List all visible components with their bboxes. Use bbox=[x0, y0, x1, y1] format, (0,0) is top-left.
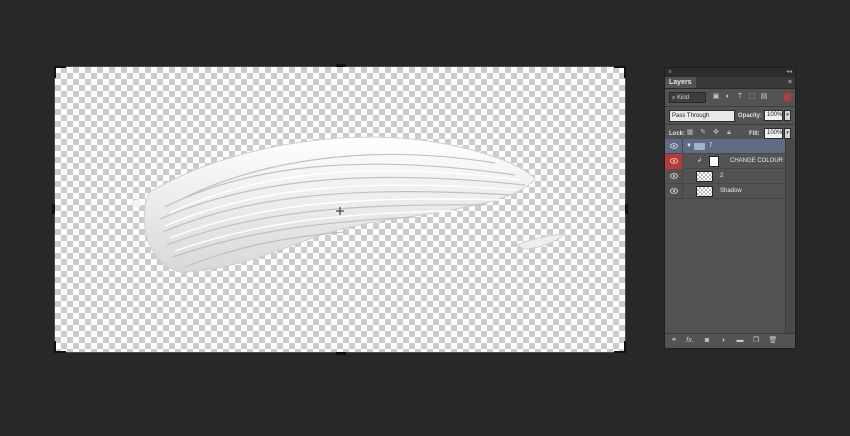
corner-handle-bl[interactable] bbox=[54, 341, 66, 353]
white-paint-stroke bbox=[120, 136, 567, 273]
layer-thumbnail bbox=[696, 171, 713, 182]
opacity-dropdown-icon[interactable]: ▾ bbox=[784, 110, 791, 121]
eye-icon bbox=[670, 158, 678, 164]
new-group-icon[interactable]: ▬ bbox=[735, 336, 745, 346]
adjustment-filter-icon[interactable]: ◐ bbox=[723, 92, 733, 102]
kind-filter-select[interactable]: ⌕ Kind bbox=[669, 92, 706, 103]
smart-object-filter-icon[interactable]: ▤ bbox=[759, 92, 769, 102]
blend-row: Pass Through Opacity: 100% ▾ bbox=[665, 107, 795, 124]
fx-icon[interactable]: fx. bbox=[685, 336, 695, 346]
layer-row-2[interactable]: 2 bbox=[665, 169, 786, 184]
layer-name: 2 bbox=[720, 173, 724, 179]
eye-icon bbox=[670, 173, 678, 179]
corner-handle-tr[interactable] bbox=[614, 66, 626, 78]
eye-icon bbox=[670, 143, 678, 149]
panel-top-bar: × ◂◂ bbox=[665, 68, 795, 77]
close-panel-icon[interactable]: × bbox=[668, 68, 672, 77]
visibility-toggle[interactable] bbox=[665, 184, 683, 199]
lock-transparent-icon[interactable]: ▦ bbox=[685, 128, 695, 138]
filter-row: ⌕ Kind ▣ ◐ T ⬚ ▤ bbox=[665, 89, 795, 106]
type-filter-icon[interactable]: T bbox=[735, 92, 745, 102]
layer-thumbnail bbox=[709, 156, 719, 167]
layer-row-group-7[interactable]: ▼ 7 bbox=[665, 139, 786, 154]
layers-scrollbar[interactable] bbox=[785, 139, 795, 335]
search-icon: ⌕ bbox=[672, 95, 676, 101]
shape-filter-icon[interactable]: ⬚ bbox=[747, 92, 757, 102]
clipping-arrow-icon: ↲ bbox=[697, 158, 703, 164]
layer-name: Shadow bbox=[720, 188, 742, 194]
link-layers-icon[interactable]: ⚭ bbox=[669, 336, 679, 346]
edge-handle-top[interactable] bbox=[336, 64, 346, 67]
adjustment-layer-icon[interactable]: ◑ bbox=[718, 336, 728, 346]
corner-handle-br[interactable] bbox=[614, 341, 626, 353]
blend-mode-select[interactable]: Pass Through bbox=[669, 110, 735, 122]
layer-name: 7 bbox=[709, 143, 713, 149]
opacity-input[interactable]: 100% bbox=[764, 110, 783, 121]
tab-layers[interactable]: Layers bbox=[665, 77, 696, 88]
visibility-toggle[interactable] bbox=[665, 169, 683, 184]
layer-row-change-colour[interactable]: ↲ CHANGE COLOUR bbox=[665, 154, 786, 169]
lock-position-icon[interactable]: ✥ bbox=[711, 128, 721, 138]
folder-icon bbox=[694, 143, 705, 150]
visibility-toggle[interactable] bbox=[665, 154, 683, 169]
image-filter-icon[interactable]: ▣ bbox=[711, 92, 721, 102]
layers-panel: × ◂◂ Layers ≡ ⌕ Kind ▣ ◐ T ⬚ ▤ Pass Thro… bbox=[664, 67, 796, 349]
panel-bottom-bar: ⚭ fx. ◙ ◑ ▬ ❐ 🗑︎ bbox=[665, 333, 795, 348]
corner-handle-tl[interactable] bbox=[54, 66, 66, 78]
layer-row-shadow[interactable]: Shadow bbox=[665, 184, 786, 199]
opacity-label: Opacity: bbox=[738, 113, 763, 119]
fill-input[interactable]: 100% bbox=[764, 128, 783, 139]
new-layer-icon[interactable]: ❐ bbox=[751, 336, 761, 346]
blend-mode-value: Pass Through bbox=[672, 113, 710, 119]
lock-all-icon[interactable]: 🔒︎ bbox=[724, 128, 734, 138]
edge-handle-left[interactable] bbox=[52, 204, 55, 214]
panel-tab-row: Layers ≡ bbox=[665, 77, 795, 89]
edge-handle-bottom[interactable] bbox=[336, 352, 346, 355]
mask-icon[interactable]: ◙ bbox=[702, 336, 712, 346]
trash-icon[interactable]: 🗑︎ bbox=[768, 336, 778, 346]
kind-filter-label: Kind bbox=[677, 95, 690, 101]
collapse-panel-icon[interactable]: ◂◂ bbox=[786, 68, 792, 77]
expand-arrow-icon[interactable]: ▼ bbox=[686, 139, 692, 154]
layer-thumbnail bbox=[696, 186, 713, 197]
panel-menu-icon[interactable]: ≡ bbox=[788, 78, 792, 87]
visibility-toggle[interactable] bbox=[665, 139, 683, 154]
eye-icon bbox=[670, 188, 678, 194]
lock-image-icon[interactable]: ✎ bbox=[698, 128, 708, 138]
edge-handle-right[interactable] bbox=[625, 204, 628, 214]
filter-toggle-switch[interactable] bbox=[784, 93, 791, 101]
layer-name: CHANGE COLOUR bbox=[730, 158, 784, 164]
document-canvas[interactable] bbox=[52, 64, 628, 355]
fill-dropdown-icon[interactable]: ▾ bbox=[784, 128, 791, 139]
